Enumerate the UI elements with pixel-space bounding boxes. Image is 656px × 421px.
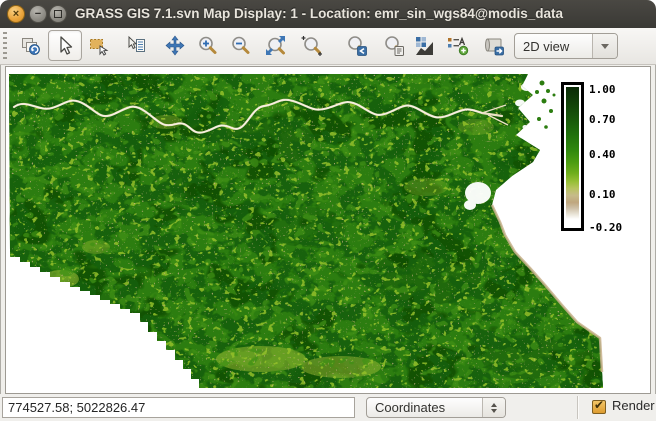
- statusbar-mode-value: Coordinates: [367, 400, 482, 415]
- save-display-icon: [482, 34, 506, 58]
- zoom-out-icon: [229, 34, 253, 58]
- zoom-out-button[interactable]: [227, 32, 255, 60]
- zoom-options-button[interactable]: [380, 32, 408, 60]
- render-map-icon: [19, 34, 43, 58]
- maximize-button[interactable]: [49, 5, 67, 23]
- map-display[interactable]: 1.00 0.70 0.40 0.10 -0.20: [6, 67, 650, 393]
- select-region-icon: [87, 34, 111, 58]
- pointer-icon: [53, 34, 77, 58]
- legend-label: 1.00: [589, 83, 616, 96]
- query-icon: [125, 34, 149, 58]
- render-map-button[interactable]: [17, 32, 45, 60]
- render-checkbox[interactable]: ✔: [592, 400, 606, 414]
- ndvi-raster: [6, 67, 616, 393]
- statusbar-separator: [577, 396, 578, 419]
- delta-islands: [535, 81, 556, 129]
- statusbar: 774527.58; 5022826.47 Coordinates ✔ Rend…: [0, 394, 656, 421]
- minimize-icon: −: [35, 9, 41, 20]
- zoom-in-button[interactable]: [194, 32, 222, 60]
- map-toolbar: 2D view: [0, 28, 656, 65]
- zoom-region-icon: [300, 34, 324, 58]
- maximize-icon: [54, 10, 62, 18]
- close-icon: ×: [13, 9, 19, 20]
- render-checkbox-label: Render: [612, 398, 655, 413]
- chevron-down-icon: [601, 44, 609, 49]
- zoom-extent-icon: [264, 34, 288, 58]
- add-overlay-icon: [445, 34, 469, 58]
- legend-label: 0.10: [589, 188, 616, 201]
- titlebar[interactable]: × − GRASS GIS 7.1.svn Map Display: 1 - L…: [0, 0, 656, 29]
- map-canvas: 1.00 0.70 0.40 0.10 -0.20: [5, 66, 651, 394]
- zoom-region-button[interactable]: [298, 32, 326, 60]
- zoom-in-icon: [196, 34, 220, 58]
- statusbar-mode-spinner[interactable]: [482, 398, 505, 417]
- pan-icon: [163, 34, 187, 58]
- select-region-button[interactable]: [85, 32, 113, 60]
- close-button[interactable]: ×: [7, 5, 25, 23]
- map-legend: 1.00 0.70 0.40 0.10 -0.20: [563, 83, 623, 234]
- grass-map-display-window: × − GRASS GIS 7.1.svn Map Display: 1 - L…: [0, 0, 656, 421]
- pointer-button[interactable]: [48, 30, 82, 61]
- coordinates-display: 774527.58; 5022826.47: [2, 397, 355, 418]
- spinner-up-icon: [491, 403, 497, 407]
- analyze-map-button[interactable]: [411, 32, 439, 60]
- add-overlay-button[interactable]: [443, 32, 471, 60]
- toolbar-grip[interactable]: [3, 32, 7, 60]
- zoom-options-icon: [382, 34, 406, 58]
- zoom-back-button[interactable]: [343, 32, 371, 60]
- save-display-button[interactable]: [480, 32, 508, 60]
- query-button[interactable]: [123, 32, 151, 60]
- statusbar-mode-select[interactable]: Coordinates: [366, 397, 506, 418]
- spinner-down-icon: [491, 409, 497, 413]
- zoom-back-icon: [345, 34, 369, 58]
- legend-label: 0.70: [589, 113, 616, 126]
- view-mode-value: 2D view: [515, 39, 592, 54]
- pan-button[interactable]: [161, 32, 189, 60]
- legend-label: -0.20: [589, 221, 622, 234]
- view-mode-dropdown-button[interactable]: [592, 34, 617, 58]
- analyze-map-icon: [413, 34, 437, 58]
- zoom-extent-button[interactable]: [262, 32, 290, 60]
- window-title: GRASS GIS 7.1.svn Map Display: 1 - Locat…: [75, 0, 563, 27]
- legend-color-ramp: [566, 87, 579, 226]
- view-mode-select[interactable]: 2D view: [514, 33, 618, 59]
- legend-label: 0.40: [589, 148, 616, 161]
- minimize-button[interactable]: −: [29, 5, 47, 23]
- checkmark-icon: ✔: [594, 398, 604, 412]
